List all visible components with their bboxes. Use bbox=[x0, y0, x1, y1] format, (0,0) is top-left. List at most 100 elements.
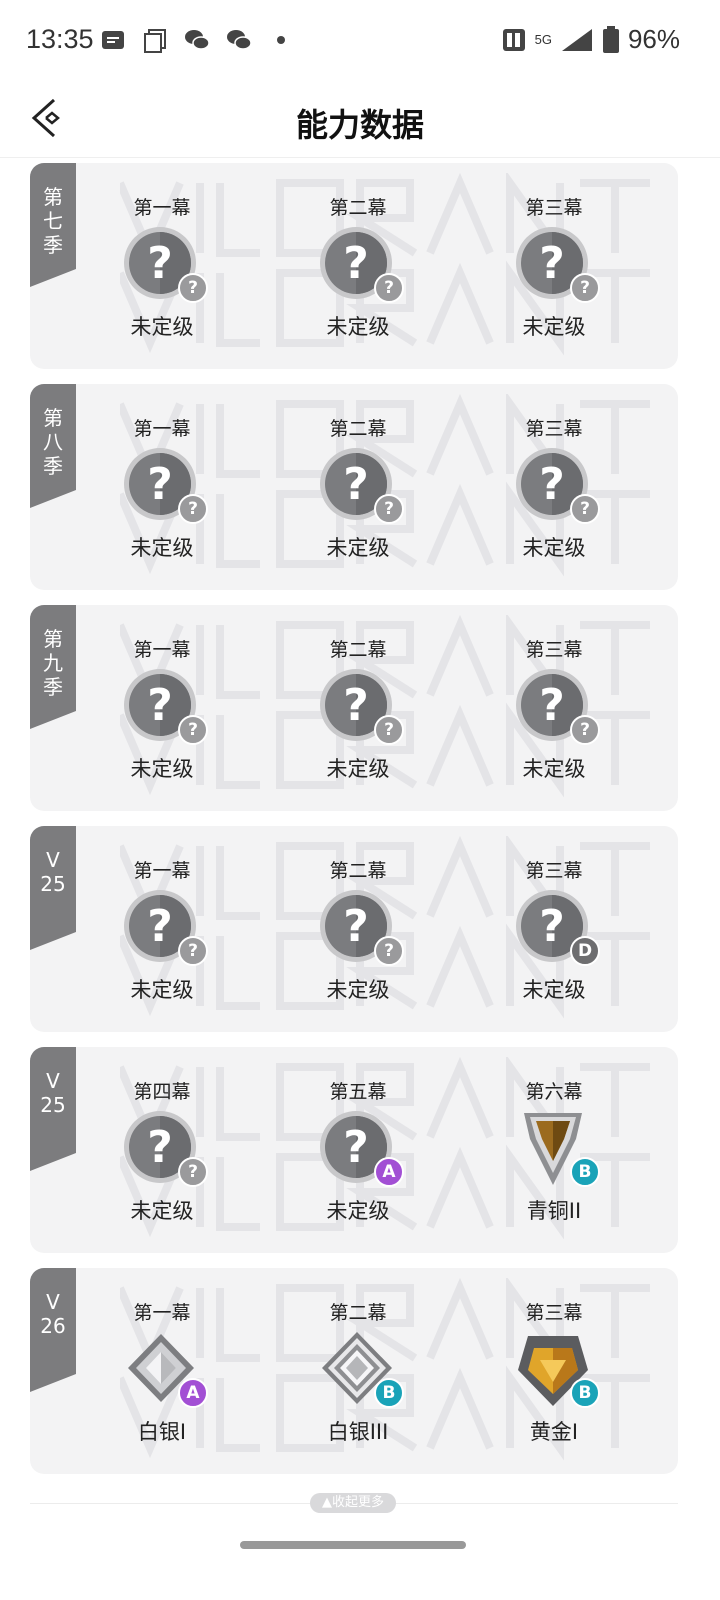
grade-badge: ? bbox=[178, 715, 208, 745]
grade-badge: ? bbox=[178, 1157, 208, 1187]
act-item[interactable]: 第二幕?? 未定级 bbox=[298, 414, 418, 562]
rank-badge-silver3-icon: B bbox=[318, 1330, 404, 1410]
act-item[interactable]: 第一幕?? 未定级 bbox=[102, 414, 222, 562]
rank-name: 未定级 bbox=[130, 536, 194, 560]
rank-name: 未定级 bbox=[326, 536, 390, 560]
act-name: 第一幕 bbox=[133, 197, 191, 219]
rank-badge-gold-icon: B bbox=[514, 1330, 600, 1410]
acts-row: 第一幕?? 未定级 第二幕?? 未定级 第三幕?? 未定级 bbox=[30, 163, 678, 369]
rank-name: 未定级 bbox=[130, 315, 194, 339]
grade-badge: ? bbox=[178, 273, 208, 303]
rank-name: 未定级 bbox=[522, 978, 586, 1002]
act-item[interactable]: 第三幕?? 未定级 bbox=[494, 414, 614, 562]
status-time: 13:35 bbox=[26, 24, 94, 54]
act-item[interactable]: 第二幕?? 未定级 bbox=[298, 856, 418, 1004]
act-name: 第二幕 bbox=[329, 418, 387, 440]
rank-name: 白银III bbox=[327, 1420, 389, 1444]
svg-text:?: ? bbox=[147, 1122, 173, 1173]
season-card: V 25 第四幕?? 未定级 第五幕? A 未定级 第六幕 B 青铜II bbox=[30, 1047, 678, 1253]
season-card: 第七季第一幕?? 未定级 第二幕?? 未定级 第三幕?? 未定级 bbox=[30, 163, 678, 369]
battery-icon bbox=[602, 25, 619, 53]
act-name: 第三幕 bbox=[525, 197, 583, 219]
season-card: 第九季第一幕?? 未定级 第二幕?? 未定级 第三幕?? 未定级 bbox=[30, 605, 678, 811]
act-name: 第四幕 bbox=[133, 1081, 191, 1103]
rank-name: 未定级 bbox=[130, 1199, 194, 1223]
rank-badge-unrated-icon: ?? bbox=[514, 446, 600, 526]
svg-text:?: ? bbox=[539, 459, 565, 510]
act-item[interactable]: 第一幕?? 未定级 bbox=[102, 856, 222, 1004]
rank-badge-unrated-icon: ?? bbox=[122, 667, 208, 747]
svg-text:?: ? bbox=[539, 901, 565, 952]
rank-badge-unrated-icon: ?? bbox=[514, 225, 600, 305]
rank-badge-unrated-icon: ? A bbox=[318, 1109, 404, 1189]
signal-icon bbox=[561, 28, 592, 51]
act-item[interactable]: 第四幕?? 未定级 bbox=[102, 1077, 222, 1225]
rank-badge-unrated-icon: ? D bbox=[514, 888, 600, 968]
page-title: 能力数据 bbox=[295, 106, 424, 144]
grade-badge: ? bbox=[374, 936, 404, 966]
rank-name: 未定级 bbox=[326, 978, 390, 1002]
svg-text:?: ? bbox=[147, 680, 173, 731]
act-item[interactable]: 第三幕? D 未定级 bbox=[494, 856, 614, 1004]
collapse-more-button[interactable]: ▲收起更多 bbox=[310, 1493, 396, 1513]
rank-badge-unrated-icon: ?? bbox=[318, 888, 404, 968]
rank-badge-unrated-icon: ?? bbox=[318, 446, 404, 526]
rank-name: 白银I bbox=[137, 1420, 187, 1444]
season-card: V 25 第一幕?? 未定级 第二幕?? 未定级 第三幕? D 未定级 bbox=[30, 826, 678, 1032]
page-header: 能力数据 bbox=[0, 80, 720, 158]
act-item[interactable]: 第六幕 B 青铜II bbox=[494, 1077, 614, 1225]
acts-row: 第一幕?? 未定级 第二幕?? 未定级 第三幕? D 未定级 bbox=[30, 826, 678, 1032]
act-item[interactable]: 第一幕?? 未定级 bbox=[102, 635, 222, 783]
act-name: 第一幕 bbox=[133, 860, 191, 882]
act-item[interactable]: 第五幕? A 未定级 bbox=[298, 1077, 418, 1225]
act-item[interactable]: 第二幕?? 未定级 bbox=[298, 193, 418, 341]
grade-badge: D bbox=[570, 936, 600, 966]
acts-row: 第一幕?? 未定级 第二幕?? 未定级 第三幕?? 未定级 bbox=[30, 605, 678, 811]
grade-badge: ? bbox=[178, 936, 208, 966]
hd-icon bbox=[502, 28, 525, 51]
rank-badge-unrated-icon: ?? bbox=[122, 446, 208, 526]
act-item[interactable]: 第一幕?? 未定级 bbox=[102, 193, 222, 341]
season-card: V 26 第一幕 A 白银I 第二幕 B 白银III 第三幕 B 黄金I bbox=[30, 1268, 678, 1474]
rank-badge-silver1-icon: A bbox=[122, 1330, 208, 1410]
svg-text:?: ? bbox=[147, 459, 173, 510]
act-name: 第二幕 bbox=[329, 197, 387, 219]
status-right: 5G 96% bbox=[501, 24, 680, 55]
grade-badge: ? bbox=[374, 715, 404, 745]
act-name: 第五幕 bbox=[329, 1081, 387, 1103]
act-item[interactable]: 第二幕?? 未定级 bbox=[298, 635, 418, 783]
act-item[interactable]: 第三幕 B 黄金I bbox=[494, 1298, 614, 1446]
rank-name: 未定级 bbox=[130, 978, 194, 1002]
svg-text:?: ? bbox=[539, 238, 565, 289]
act-name: 第二幕 bbox=[329, 860, 387, 882]
grade-badge: ? bbox=[570, 494, 600, 524]
act-item[interactable]: 第三幕?? 未定级 bbox=[494, 193, 614, 341]
acts-row: 第一幕?? 未定级 第二幕?? 未定级 第三幕?? 未定级 bbox=[30, 384, 678, 590]
status-bar: 13:35 5G 96% bbox=[0, 0, 720, 80]
act-item[interactable]: 第三幕?? 未定级 bbox=[494, 635, 614, 783]
rank-badge-unrated-icon: ?? bbox=[122, 1109, 208, 1189]
act-name: 第一幕 bbox=[133, 639, 191, 661]
svg-text:?: ? bbox=[147, 901, 173, 952]
act-name: 第三幕 bbox=[525, 639, 583, 661]
rank-name: 黄金I bbox=[529, 1420, 579, 1444]
grade-badge: ? bbox=[570, 715, 600, 745]
svg-text:?: ? bbox=[343, 680, 369, 731]
act-name: 第三幕 bbox=[525, 860, 583, 882]
act-name: 第三幕 bbox=[525, 1302, 583, 1324]
network-label: 5G bbox=[534, 32, 552, 47]
season-list: 第七季第一幕?? 未定级 第二幕?? 未定级 第三幕?? 未定级第八季第一幕?? 未定级 第二… bbox=[30, 163, 678, 1489]
svg-text:?: ? bbox=[343, 1122, 369, 1173]
act-item[interactable]: 第二幕 B 白银III bbox=[298, 1298, 418, 1446]
home-indicator[interactable] bbox=[240, 1541, 466, 1549]
svg-text:?: ? bbox=[343, 238, 369, 289]
act-item[interactable]: 第一幕 A 白银I bbox=[102, 1298, 222, 1446]
acts-row: 第四幕?? 未定级 第五幕 ? A 未定级 第六幕 B 青铜II bbox=[30, 1047, 678, 1253]
rank-badge-unrated-icon: ?? bbox=[122, 225, 208, 305]
rank-badge-unrated-icon: ?? bbox=[318, 225, 404, 305]
rank-name: 未定级 bbox=[522, 315, 586, 339]
acts-row: 第一幕 A 白银I 第二幕 B 白银III 第三幕 B 黄金I bbox=[30, 1268, 678, 1474]
rank-badge-unrated-icon: ?? bbox=[514, 667, 600, 747]
dot-icon bbox=[277, 36, 285, 44]
act-name: 第一幕 bbox=[133, 418, 191, 440]
